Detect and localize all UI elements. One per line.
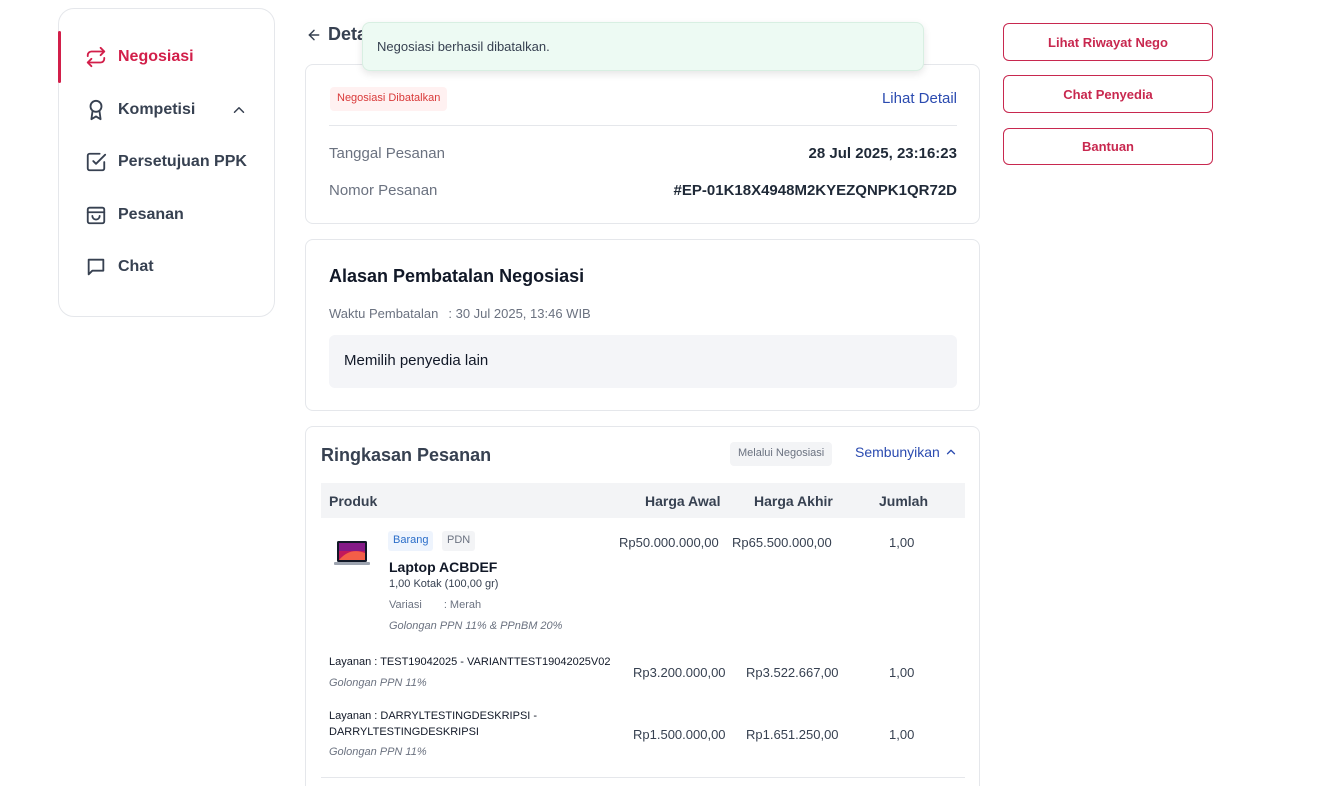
service-label: Layanan : DARRYLTESTINGDESKRIPSI - DARRY… (329, 708, 537, 740)
column-header-initial-price: Harga Awal (645, 493, 721, 509)
product-tax: Golongan PPN 11% & PPnBM 20% (389, 620, 563, 632)
service-price-initial: Rp1.500.000,00 (633, 727, 726, 742)
view-detail-link[interactable]: Lihat Detail (882, 90, 957, 107)
product-price-initial: Rp50.000.000,00 (619, 535, 719, 550)
checkbox-icon (85, 151, 107, 173)
cancellation-time: Waktu Pembatalan : 30 Jul 2025, 13:46 WIB (329, 306, 591, 321)
table-header: Produk Harga Awal Harga Akhir Jumlah (321, 483, 965, 518)
sidebar-item-label: Persetujuan PPK (118, 153, 247, 171)
sidebar-item-negosiasi[interactable]: Negosiasi (58, 31, 274, 84)
sidebar: Negosiasi Kompetisi Persetujuan PPK Pesa… (58, 8, 275, 317)
cancellation-card: Alasan Pembatalan Negosiasi Waktu Pembat… (305, 239, 980, 411)
chevron-up-icon[interactable] (230, 101, 248, 119)
divider (321, 777, 965, 778)
order-summary-card: Ringkasan Pesanan Melalui Negosiasi Semb… (305, 426, 980, 786)
order-date-label: Tanggal Pesanan (329, 145, 445, 162)
cancellation-time-label: Waktu Pembatalan (329, 306, 439, 321)
variant-value: : Merah (443, 599, 482, 611)
sidebar-item-pesanan[interactable]: Pesanan (59, 189, 274, 242)
toggle-label: Sembunyikan (855, 444, 940, 460)
service-tax: Golongan PPN 11% (329, 746, 427, 758)
view-nego-history-button[interactable]: Lihat Riwayat Nego (1003, 23, 1213, 61)
column-header-quantity: Jumlah (879, 493, 929, 509)
order-date-value: 28 Jul 2025, 23:16:23 (808, 145, 957, 162)
via-negotiation-badge: Melalui Negosiasi (730, 442, 833, 466)
chat-bubble-icon (85, 256, 107, 278)
product-variant: Variasi : Merah (389, 599, 481, 611)
sidebar-item-kompetisi[interactable]: Kompetisi (59, 84, 274, 137)
service-tax: Golongan PPN 11% (329, 677, 427, 689)
product-qty-detail: 1,00 Kotak (100,00 gr) (389, 578, 499, 590)
sidebar-item-label: Chat (118, 258, 154, 276)
chevron-up-icon (946, 449, 955, 455)
order-number-value: #EP-01K18X4948M2KYEZQNPK1QR72D (673, 182, 957, 199)
sidebar-item-label: Negosiasi (118, 48, 194, 66)
arrow-left-icon[interactable] (306, 27, 322, 43)
award-ribbon-icon (85, 99, 107, 121)
status-badge: Negosiasi Dibatalkan (330, 87, 448, 111)
help-button[interactable]: Bantuan (1003, 128, 1213, 165)
sidebar-item-label: Pesanan (118, 205, 184, 223)
sidebar-item-label: Kompetisi (118, 100, 196, 118)
shopping-bag-icon (85, 204, 107, 226)
tag-pdn: PDN (442, 531, 476, 551)
order-number-label: Nomor Pesanan (329, 182, 438, 199)
service-price-final: Rp3.522.667,00 (746, 665, 839, 680)
service-quantity: 1,00 (889, 727, 915, 742)
service-name-line2: DARRYLTESTINGDESKRIPSI (329, 726, 479, 738)
sidebar-item-chat[interactable]: Chat (59, 241, 274, 294)
service-label: Layanan : TEST19042025 - VARIANTTEST1904… (329, 654, 611, 670)
cancellation-title: Alasan Pembatalan Negosiasi (329, 266, 585, 286)
sidebar-item-persetujuan-ppk[interactable]: Persetujuan PPK (59, 136, 274, 189)
product-quantity: 1,00 (889, 535, 915, 550)
column-header-product: Produk (329, 493, 378, 509)
variant-label: Variasi (389, 599, 422, 611)
success-toast: Negosiasi berhasil dibatalkan. (362, 22, 924, 71)
tag-barang: Barang (388, 531, 434, 551)
divider (329, 125, 957, 126)
service-name-line1: TEST19042025 - VARIANTTEST19042025V02 (380, 656, 611, 668)
swap-arrows-icon (85, 46, 107, 68)
service-quantity: 1,00 (889, 665, 915, 680)
service-prefix: Layanan : (329, 656, 381, 668)
page-header: Deta (306, 24, 367, 45)
chat-provider-button[interactable]: Chat Penyedia (1003, 75, 1213, 113)
product-price-final: Rp65.500.000,00 (732, 535, 832, 550)
service-prefix: Layanan : (329, 710, 381, 722)
service-price-final: Rp1.651.250,00 (746, 727, 839, 742)
order-info-card: Negosiasi Dibatalkan Lihat Detail Tangga… (305, 64, 980, 224)
service-price-initial: Rp3.200.000,00 (633, 665, 726, 680)
hide-summary-toggle[interactable]: Sembunyikan (855, 444, 958, 460)
service-name-line1: DARRYLTESTINGDESKRIPSI - (380, 710, 538, 722)
laptop-thumbnail (334, 541, 370, 565)
cancellation-time-value: : 30 Jul 2025, 13:46 WIB (448, 306, 591, 321)
cancellation-reason: Memilih penyedia lain (329, 335, 957, 388)
summary-title: Ringkasan Pesanan (321, 445, 492, 465)
column-header-final-price: Harga Akhir (754, 493, 833, 509)
product-name: Laptop ACBDEF (389, 559, 498, 575)
